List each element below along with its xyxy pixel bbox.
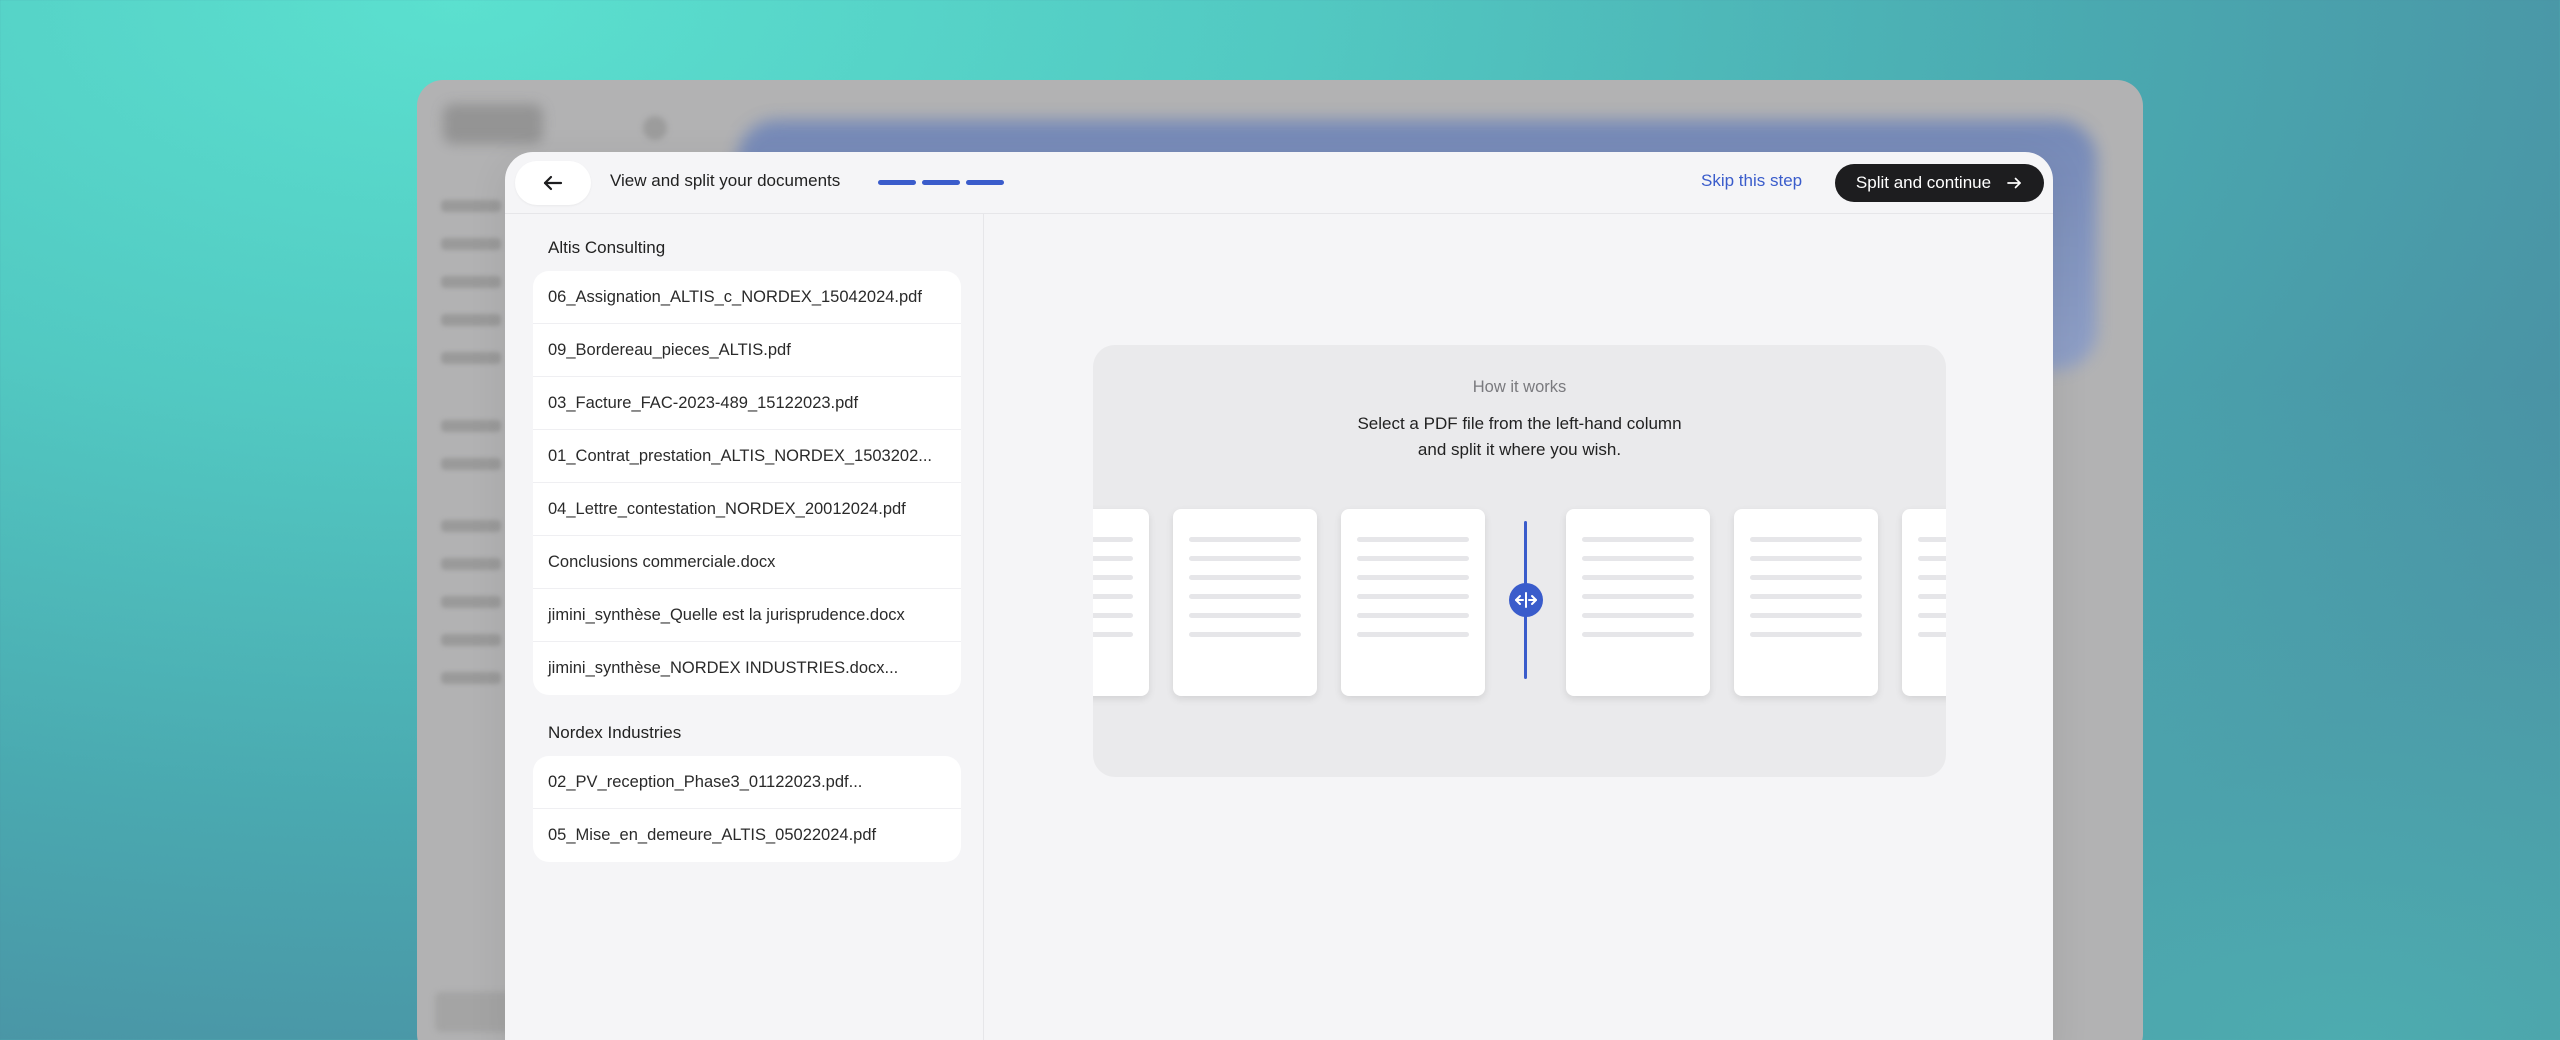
arrow-left-icon — [543, 175, 563, 191]
progress-step — [878, 180, 916, 185]
background-nav-item — [441, 672, 501, 684]
document-page-illustration — [1173, 509, 1317, 696]
background-nav-item — [441, 558, 501, 570]
file-item[interactable]: 01_Contrat_prestation_ALTIS_NORDEX_15032… — [533, 430, 961, 483]
background-nav-item — [441, 596, 501, 608]
progress-step — [922, 180, 960, 185]
page-title: View and split your documents — [610, 171, 841, 190]
background-nav-item — [441, 276, 501, 288]
file-item[interactable]: 04_Lettre_contestation_NORDEX_20012024.p… — [533, 483, 961, 536]
arrow-right-icon — [2007, 177, 2021, 189]
document-page-illustration — [1902, 509, 1946, 696]
background-icon — [643, 116, 667, 140]
background-nav-item — [441, 458, 501, 470]
document-list-column: Altis Consulting 06_Assignation_ALTIS_c_… — [505, 214, 984, 1040]
split-and-continue-button[interactable]: Split and continue — [1835, 164, 2044, 202]
background-nav-item — [441, 520, 501, 532]
file-item[interactable]: 09_Bordereau_pieces_ALTIS.pdf — [533, 324, 961, 377]
progress-step — [966, 180, 1004, 185]
file-item[interactable]: 06_Assignation_ALTIS_c_NORDEX_15042024.p… — [533, 271, 961, 324]
file-item[interactable]: 03_Facture_FAC-2023-489_15122023.pdf — [533, 377, 961, 430]
document-page-illustration — [1341, 509, 1485, 696]
how-it-works-card: How it works Select a PDF file from the … — [1093, 345, 1946, 777]
file-item[interactable]: 02_PV_reception_Phase3_01122023.pdf... — [533, 756, 961, 809]
split-and-continue-label: Split and continue — [1855, 173, 1992, 192]
document-page-illustration — [1734, 509, 1878, 696]
how-it-works-description: Select a PDF file from the left-hand col… — [1093, 411, 1946, 463]
group-title-nordex: Nordex Industries — [548, 723, 682, 742]
file-item[interactable]: jimini_synthèse_NORDEX INDUSTRIES.docx..… — [533, 642, 961, 695]
background-nav-item — [441, 420, 501, 432]
background-nav-item — [441, 352, 501, 364]
file-item[interactable]: Conclusions commerciale.docx — [533, 536, 961, 589]
background-nav-item — [441, 634, 501, 646]
file-list-altis: 06_Assignation_ALTIS_c_NORDEX_15042024.p… — [533, 271, 961, 695]
split-handle-icon — [1509, 583, 1543, 617]
document-page-illustration — [1566, 509, 1710, 696]
how-it-works-line-1: Select a PDF file from the left-hand col… — [1357, 414, 1682, 433]
step-progress — [878, 180, 1004, 185]
how-it-works-heading: How it works — [1472, 378, 1567, 396]
file-item[interactable]: jimini_synthèse_Quelle est la jurisprude… — [533, 589, 961, 642]
background-nav-item — [441, 238, 501, 250]
background-nav-item — [441, 200, 501, 212]
file-item[interactable]: 05_Mise_en_demeure_ALTIS_05022024.pdf — [533, 809, 961, 862]
back-button[interactable] — [515, 161, 591, 205]
how-it-works-line-2: and split it where you wish. — [1417, 440, 1622, 459]
background-nav-item — [441, 314, 501, 326]
app-logo — [443, 104, 543, 144]
document-page-illustration — [1093, 509, 1149, 696]
split-documents-modal: View and split your documents Skip this … — [505, 152, 2053, 1040]
file-list-nordex: 02_PV_reception_Phase3_01122023.pdf... 0… — [533, 756, 961, 862]
skip-step-link[interactable]: Skip this step — [1701, 171, 1802, 191]
modal-header: View and split your documents Skip this … — [505, 152, 2053, 214]
group-title-altis: Altis Consulting — [548, 238, 666, 257]
background-footer — [435, 992, 515, 1032]
